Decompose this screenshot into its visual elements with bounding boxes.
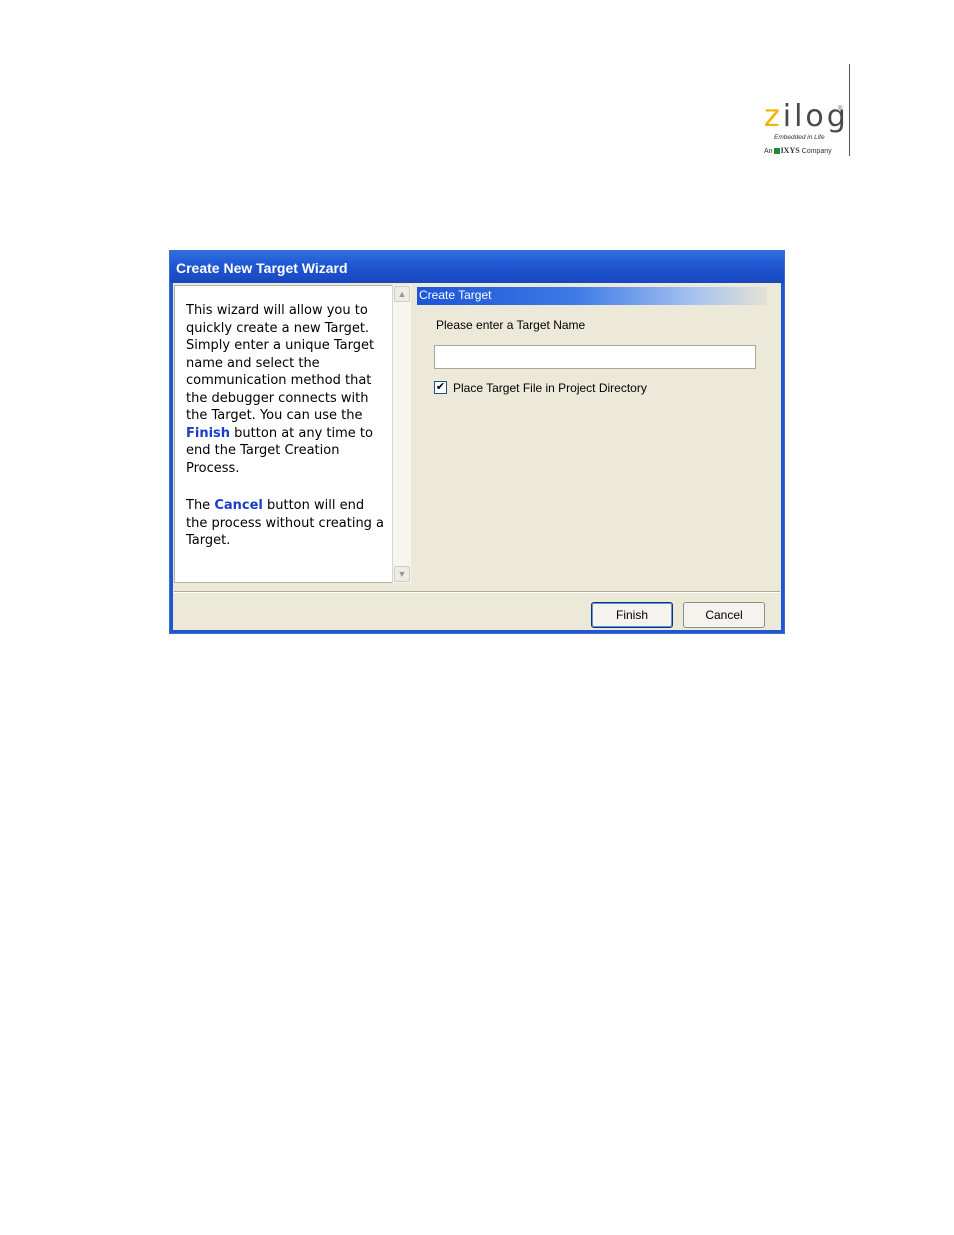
frame-right: [781, 283, 784, 633]
help-paragraph-1: This wizard will allow you to quickly cr…: [186, 303, 375, 476]
help-finish-highlight: Finish: [186, 425, 231, 441]
create-target-dialog: Create New Target Wizard This wizard wil…: [169, 250, 785, 634]
place-in-project-label[interactable]: Place Target File in Project Directory: [453, 381, 647, 395]
section-title: Create Target: [419, 288, 492, 302]
header-rule: [849, 64, 850, 156]
scroll-up-arrow-icon[interactable]: ▲: [394, 286, 410, 302]
logo-company-line: An IXYS Company: [764, 146, 832, 155]
zilog-logo: zilog ® Embedded in Life An IXYS Company: [750, 100, 850, 160]
place-in-project-checkbox[interactable]: ✔: [434, 381, 447, 394]
scroll-down-arrow-icon[interactable]: ▼: [394, 566, 410, 582]
help-scrollbar[interactable]: ▲ ▼: [392, 285, 411, 583]
logo-wordmark: zilog: [764, 99, 849, 134]
section-header: Create Target: [417, 287, 767, 305]
help-paragraph-2: The Cancel button will end the process w…: [186, 498, 385, 548]
target-name-prompt: Please enter a Target Name: [436, 318, 586, 332]
ixys-square-icon: [773, 148, 780, 154]
finish-button[interactable]: Finish: [591, 602, 673, 628]
dialog-title: Create New Target Wizard: [176, 260, 348, 276]
target-name-input[interactable]: [434, 345, 756, 369]
help-cancel-highlight: Cancel: [214, 498, 263, 513]
frame-bottom: [170, 630, 784, 633]
dialog-titlebar[interactable]: Create New Target Wizard: [170, 251, 784, 283]
frame-left: [170, 283, 173, 633]
help-text: This wizard will allow you to quickly cr…: [186, 302, 386, 570]
cancel-button[interactable]: Cancel: [683, 602, 765, 628]
logo-tagline: Embedded in Life: [774, 134, 825, 141]
button-separator: [174, 591, 780, 593]
help-pane: This wizard will allow you to quickly cr…: [174, 285, 394, 583]
logo-registered-mark: ®: [838, 106, 843, 112]
